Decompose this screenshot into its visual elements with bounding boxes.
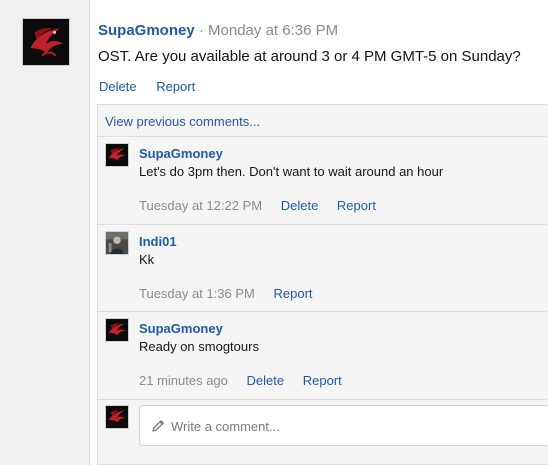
pencil-icon [152, 420, 164, 432]
comments-divider [98, 399, 548, 400]
dragon-avatar-icon [106, 319, 128, 341]
post-delete-link[interactable]: Delete [99, 79, 137, 94]
comment-delete-link[interactable]: Delete [281, 198, 319, 213]
write-comment-input[interactable]: Write a comment... [139, 405, 548, 446]
comment-item: SupaGmoney Let's do 3pm then. Don't want… [98, 136, 548, 224]
current-user-avatar [105, 405, 129, 429]
comment-author-avatar[interactable] [105, 143, 129, 167]
comment-username[interactable]: SupaGmoney [139, 320, 223, 337]
comment-text: Let's do 3pm then. Don't want to wait ar… [139, 164, 444, 179]
write-comment-placeholder: Write a comment... [171, 419, 280, 434]
post-header: SupaGmoney · Monday at 6:36 PM [98, 21, 338, 41]
post-timestamp[interactable]: Monday at 6:36 PM [208, 22, 338, 39]
profile-post-frame: SupaGmoney · Monday at 6:36 PM OST. Are … [0, 0, 548, 465]
comments-section: View previous comments... SupaGmoney Let… [97, 104, 548, 465]
comment-timestamp[interactable]: Tuesday at 12:22 PM [139, 198, 262, 213]
dragon-avatar-icon [23, 19, 69, 65]
comment-report-link[interactable]: Report [337, 198, 376, 213]
comment-timestamp[interactable]: 21 minutes ago [139, 373, 228, 388]
comment-author-avatar[interactable] [105, 231, 129, 255]
comment-meta: Tuesday at 1:36 PM Report [139, 285, 328, 302]
post-username[interactable]: SupaGmoney [98, 22, 195, 39]
comment-meta: 21 minutes ago Delete Report [139, 372, 357, 389]
comment-meta: Tuesday at 12:22 PM Delete Report [139, 197, 391, 214]
dragon-avatar-icon [106, 406, 128, 428]
comment-author-avatar[interactable] [105, 318, 129, 342]
post-actions: Delete Report [99, 78, 211, 96]
comment-item: Indi01 Kk Tuesday at 1:36 PM Report [98, 224, 548, 311]
comment-text: Ready on smogtours [139, 339, 259, 354]
person-avatar-icon [106, 232, 128, 254]
view-previous-comments-link[interactable]: View previous comments... [105, 113, 260, 131]
post-report-link[interactable]: Report [156, 79, 195, 94]
comment-delete-link[interactable]: Delete [247, 373, 285, 388]
comment-text: Kk [139, 252, 155, 267]
comment-username[interactable]: SupaGmoney [139, 145, 223, 162]
comment-report-link[interactable]: Report [273, 286, 312, 301]
comment-timestamp[interactable]: Tuesday at 1:36 PM [139, 286, 255, 301]
post-message: OST. Are you available at around 3 or 4 … [98, 48, 521, 65]
comment-username[interactable]: Indi01 [139, 233, 177, 250]
comment-report-link[interactable]: Report [303, 373, 342, 388]
comment-item: SupaGmoney Ready on smogtours 21 minutes… [98, 311, 548, 399]
post-separator: · [198, 22, 204, 39]
dragon-avatar-icon [106, 144, 128, 166]
post-author-avatar[interactable] [22, 18, 70, 66]
